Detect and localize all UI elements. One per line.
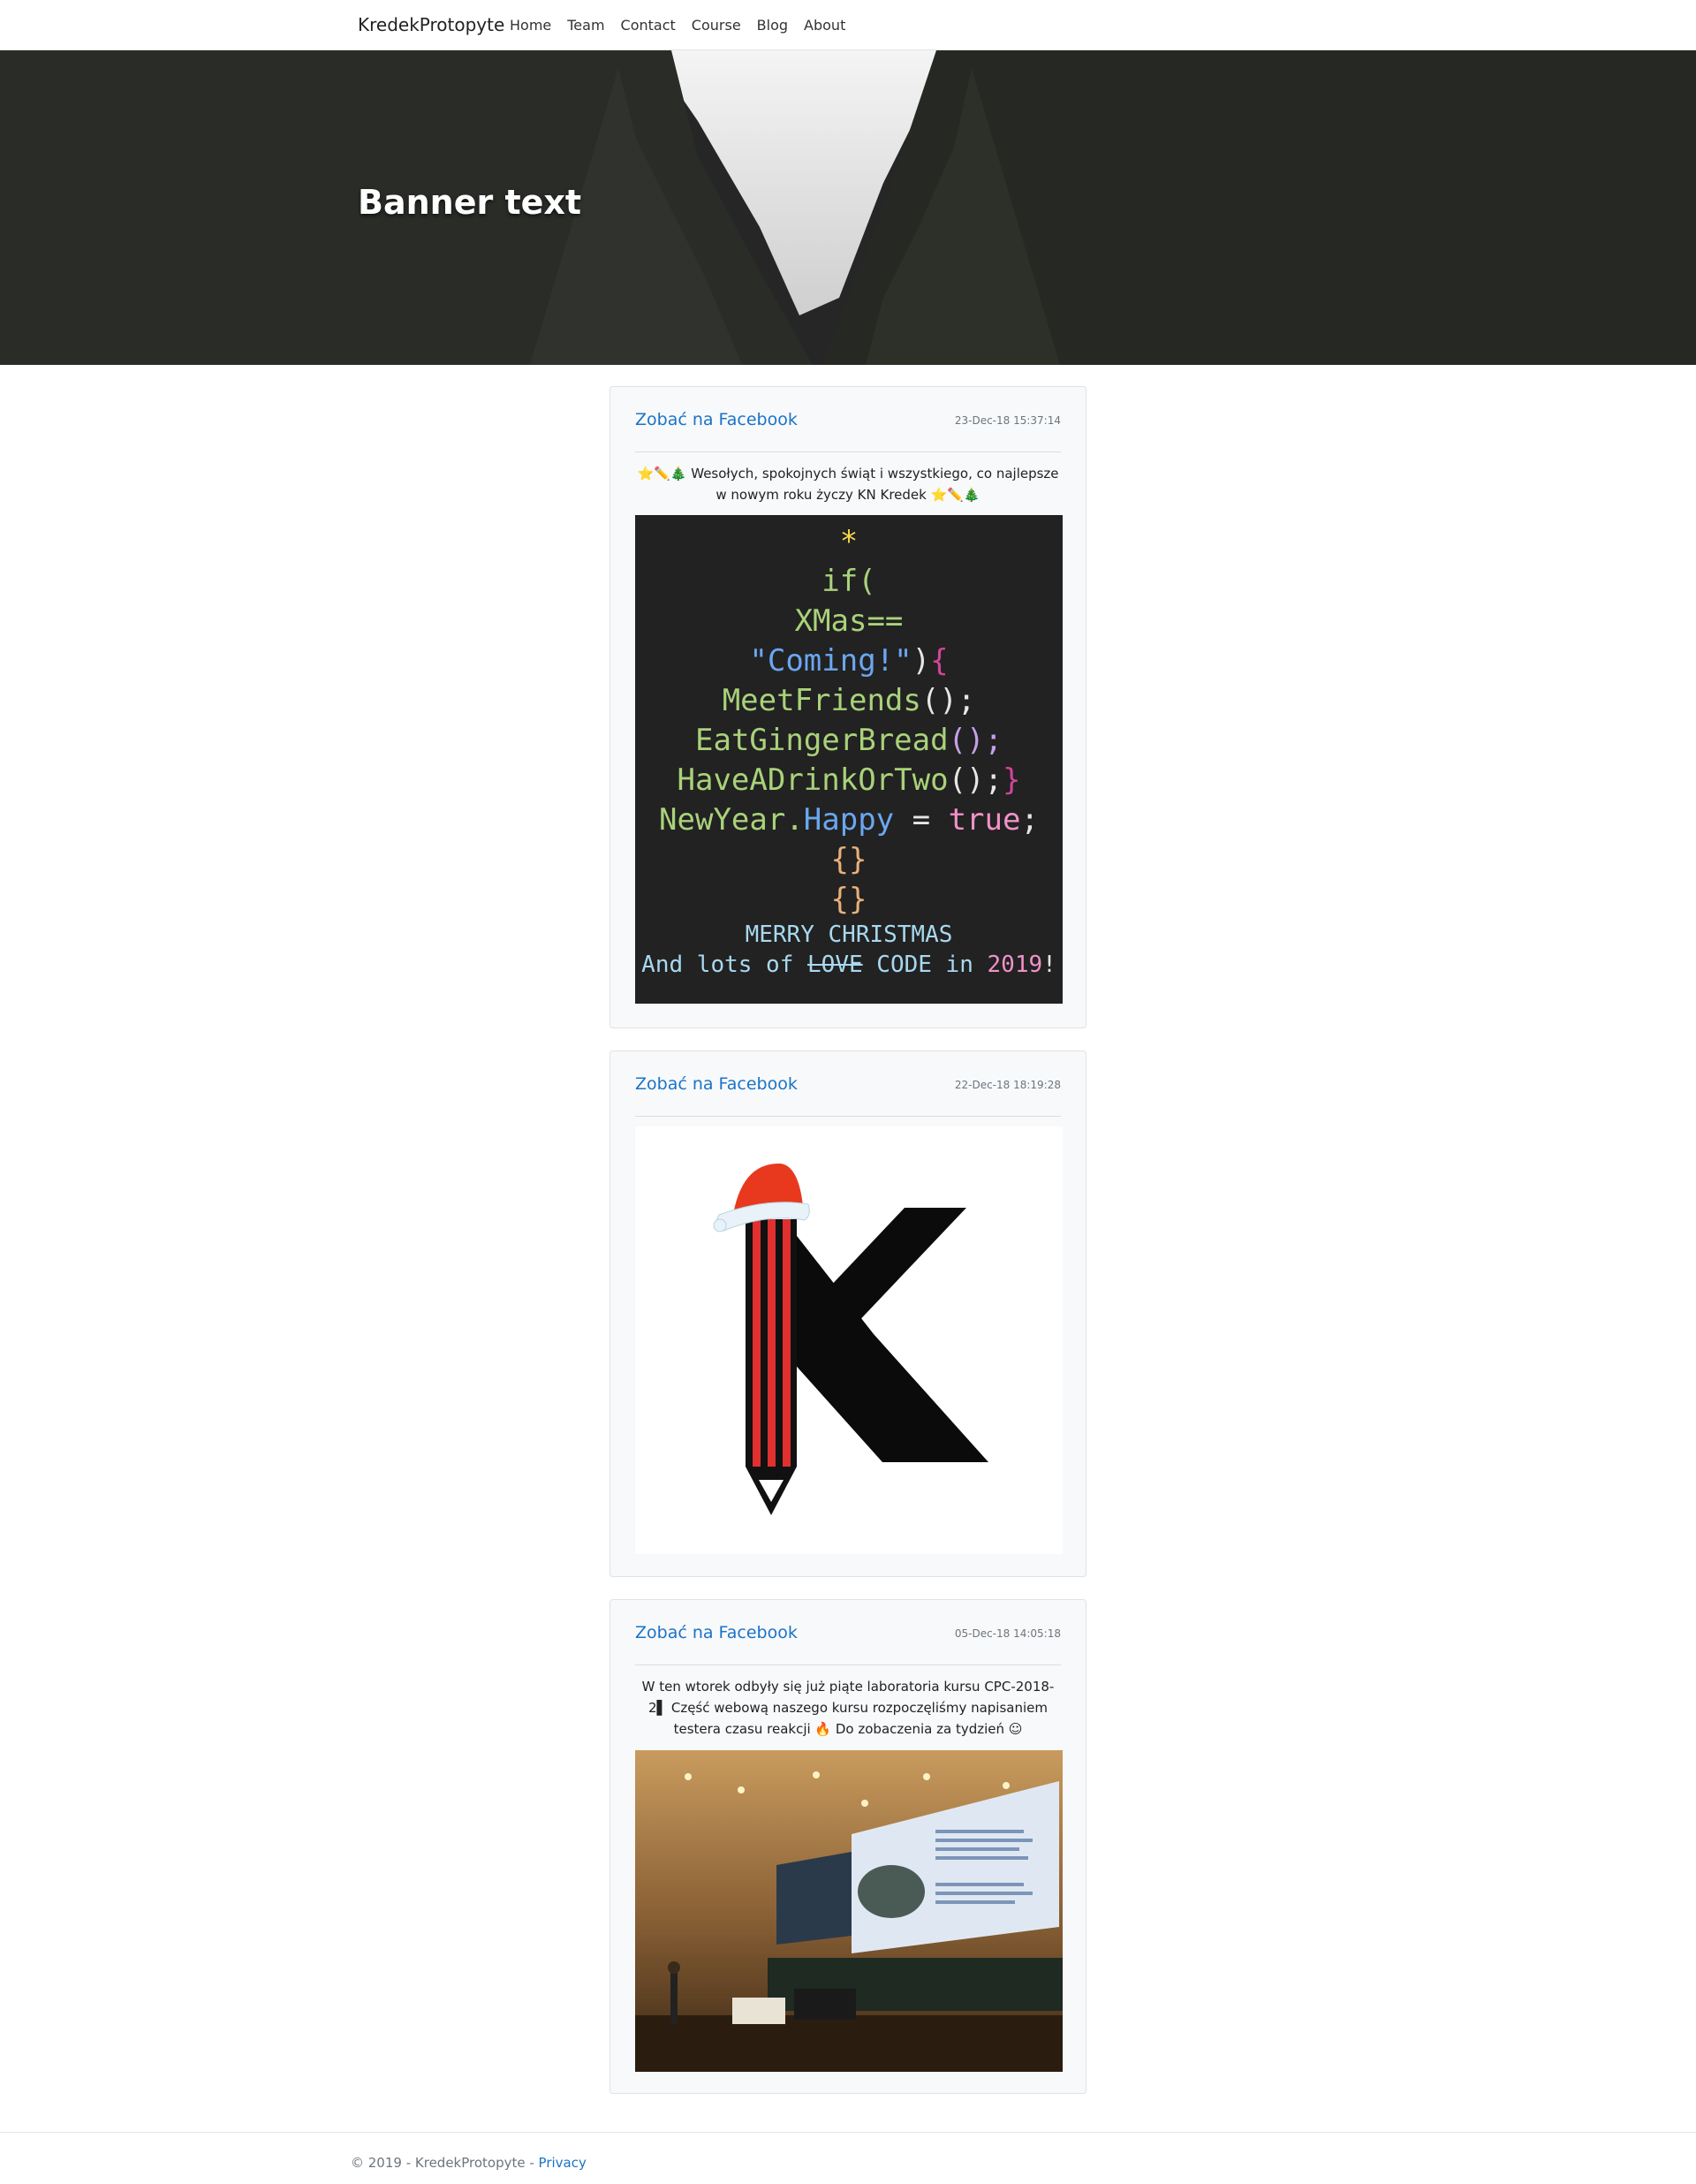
kredek-logo-image [713,1163,993,1515]
post-text: W ten wtorek odbyły się już piąte labora… [641,1679,1055,1737]
navbar: KredekProtopyte Home Team Contact Course… [0,0,1696,50]
post-card: Zobać na Facebook 22-Dec-18 18:19:28 [610,1050,1086,1577]
code-line: And lots of LOVE CODE in 2019! [641,952,1056,978]
nav-contact[interactable]: Contact [621,17,676,34]
code-line: EatGingerBread(); [695,723,1003,758]
forest-background-image [0,50,1696,365]
post-header: Zobać na Facebook 05-Dec-18 14:05:18 [635,1623,1061,1665]
code-line: MeetFriends(); [722,683,976,718]
post-timestamp: 22-Dec-18 18:19:28 [954,1079,1061,1091]
code-line: {} [830,842,867,877]
nav-home[interactable]: Home [510,17,551,34]
post-card: Zobać na Facebook 23-Dec-18 15:37:14 ⭐✏️… [610,386,1086,1028]
post-header: Zobać na Facebook 22-Dec-18 18:19:28 [635,1074,1061,1117]
facebook-link[interactable]: Zobać na Facebook [635,1623,798,1642]
post-timestamp: 23-Dec-18 15:37:14 [954,414,1061,427]
post-text: ⭐✏️🎄 Wesołych, spokojnych świąt i wszyst… [637,466,1059,503]
hero-banner: Banner text [0,50,1696,365]
nav-menu: Home Team Contact Course Blog About [510,17,845,34]
post-image-lab-photo [635,1750,1063,2072]
code-line: HaveADrinkOrTwo();} [677,762,1021,798]
code-line: if( [822,564,876,599]
code-star: * [839,524,859,559]
code-line: XMas== [794,603,904,639]
post-image-logo [635,1126,1063,1554]
code-line: MERRY CHRISTMAS [745,921,953,948]
code-line: {} [830,882,867,917]
nav-about[interactable]: About [804,17,845,34]
nav-course[interactable]: Course [692,17,741,34]
lecture-hall-photo [635,1750,1063,2072]
nav-team[interactable]: Team [567,17,604,34]
brand-link[interactable]: KredekProtopyte [358,14,504,35]
code-line: NewYear.Happy = true; [659,802,1039,838]
footer: © 2019 - KredekProtopyte - Privacy [0,2132,1696,2171]
privacy-link[interactable]: Privacy [539,2155,587,2171]
post-card: Zobać na Facebook 05-Dec-18 14:05:18 W t… [610,1599,1086,2094]
post-header: Zobać na Facebook 23-Dec-18 15:37:14 [635,410,1061,452]
banner-title: Banner text [358,183,582,222]
facebook-link[interactable]: Zobać na Facebook [635,1074,798,1094]
post-timestamp: 05-Dec-18 14:05:18 [954,1627,1061,1640]
post-image-code: * if( XMas== "Coming!"){ MeetFriends(); … [635,515,1063,1004]
footer-text: © 2019 - KredekProtopyte - Privacy [351,2155,587,2171]
copyright-text: © 2019 - KredekProtopyte - [351,2155,539,2171]
facebook-link[interactable]: Zobać na Facebook [635,410,798,429]
nav-blog[interactable]: Blog [757,17,788,34]
code-line: "Coming!"){ [749,643,949,679]
